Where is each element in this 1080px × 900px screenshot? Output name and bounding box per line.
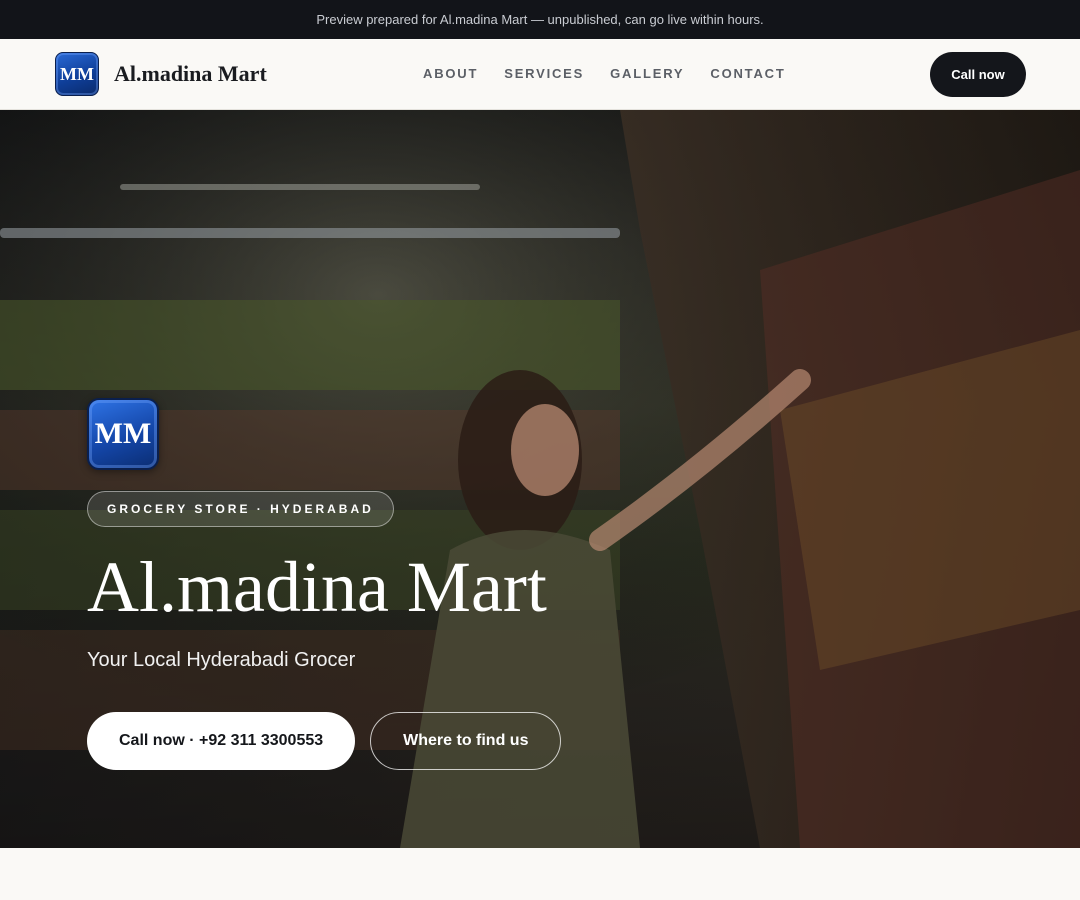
- category-badge: GROCERY STORE · HYDERABAD: [87, 491, 394, 527]
- find-us-button[interactable]: Where to find us: [370, 712, 562, 770]
- nav-link-about[interactable]: ABOUT: [423, 66, 478, 81]
- logo-icon: MM: [55, 52, 99, 96]
- hero-subtitle: Your Local Hyderabadi Grocer: [87, 649, 356, 671]
- hero-logo-icon: MM: [87, 398, 159, 470]
- nav-link-gallery[interactable]: GALLERY: [610, 66, 684, 81]
- nav-links: ABOUT SERVICES GALLERY CONTACT: [423, 66, 812, 81]
- navigation-bar: MM Al.madina Mart ABOUT SERVICES GALLERY…: [0, 39, 1080, 110]
- call-now-button[interactable]: Call now: [930, 52, 1026, 97]
- hero-content: MM GROCERY STORE · HYDERABAD Al.madina M…: [87, 398, 562, 770]
- hero-section: MM GROCERY STORE · HYDERABAD Al.madina M…: [0, 110, 1080, 848]
- nav-link-contact[interactable]: CONTACT: [710, 66, 785, 81]
- hero-buttons: Call now · +92 311 3300553 Where to find…: [87, 712, 562, 770]
- brand-name: Al.madina Mart: [114, 61, 267, 86]
- preview-banner-text: Preview prepared for Al.madina Mart — un…: [316, 12, 764, 27]
- hero-title: Al.madina Mart: [87, 547, 547, 627]
- brand[interactable]: MM Al.madina Mart: [55, 52, 267, 96]
- call-phone-button[interactable]: Call now · +92 311 3300553: [87, 712, 356, 770]
- preview-banner: Preview prepared for Al.madina Mart — un…: [0, 0, 1080, 39]
- nav-link-services[interactable]: SERVICES: [504, 66, 584, 81]
